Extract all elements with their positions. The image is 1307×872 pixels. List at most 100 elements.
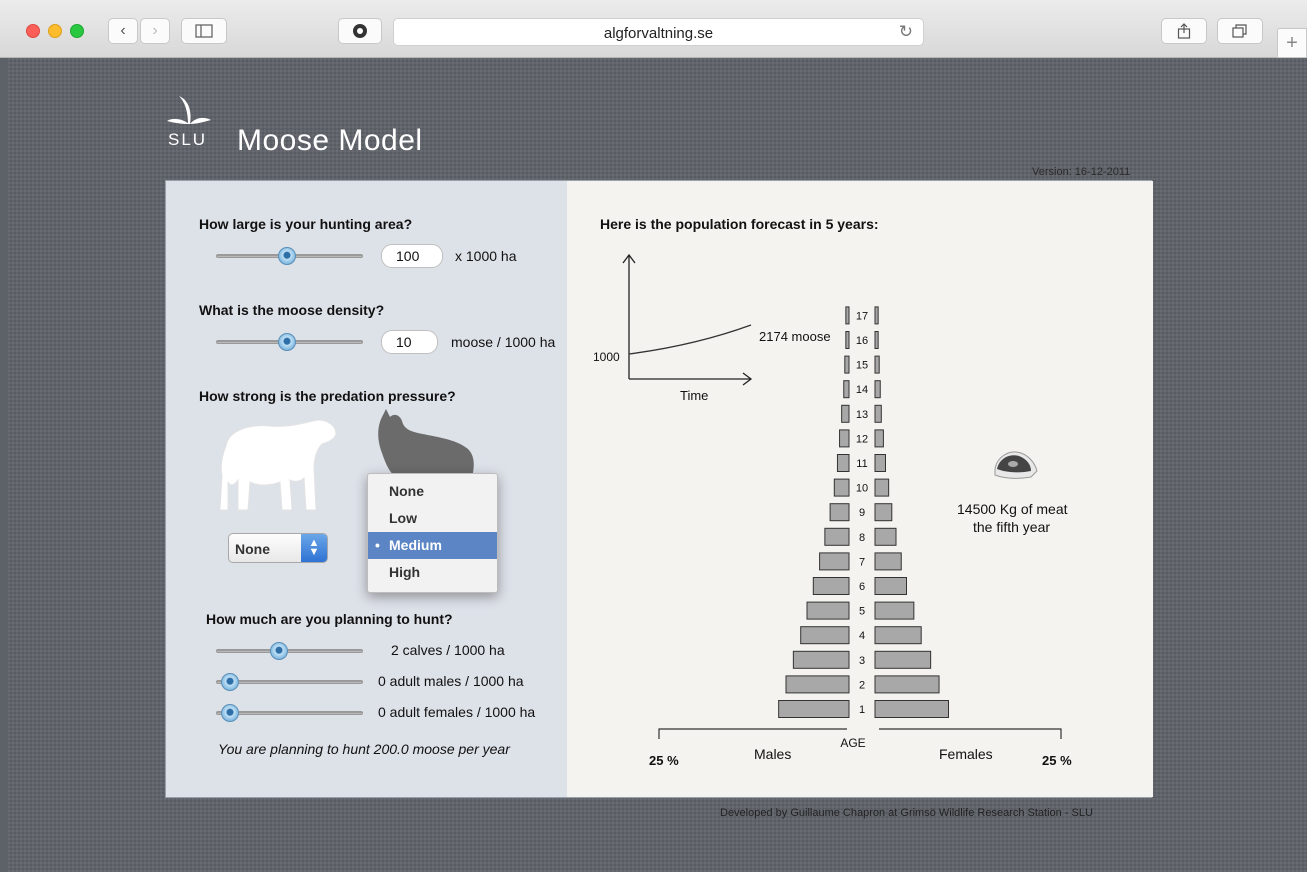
males-label: 0 adult males / 1000 ha [378,673,524,689]
age-label-1: 1 [859,704,865,716]
version-label: Version: 16-12-2011 [1032,166,1131,178]
bear-predation-select[interactable]: None ▲ ▼ [228,533,328,563]
dropdown-option-medium[interactable]: • Medium [368,532,497,559]
female-bar-age-17 [874,306,879,325]
browser-toolbar: ‹ › algforvaltning.se ↻ + [0,0,1307,58]
female-bar-age-14 [874,380,881,399]
females-label: Females [939,746,993,762]
age-label-4: 4 [859,630,865,642]
male-bar-age-9 [829,503,850,522]
male-bar-age-5 [806,601,850,620]
fullscreen-window-button[interactable] [70,24,84,38]
share-button[interactable] [1161,18,1207,44]
wolf-silhouette-icon [378,409,474,477]
age-label-7: 7 [859,556,865,568]
area-slider-knob[interactable] [278,247,296,265]
shield-icon [353,24,367,38]
tabs-button[interactable] [1217,18,1263,44]
female-bar-age-9 [874,503,893,522]
page-title: Moose Model [237,124,423,157]
back-button[interactable]: ‹ [108,18,138,44]
males-label: Males [754,746,791,762]
input-panel: How large is your hunting area? 100 x 10… [166,181,567,797]
male-bar-age-13 [841,404,850,423]
females-slider-knob[interactable] [221,704,239,722]
population-pyramid-chart: 1234567891011121314151617AGEMales Females… [649,306,1072,768]
area-input[interactable]: 100 [381,244,443,268]
wolf-predation-dropdown[interactable]: None Low • Medium High [367,473,498,593]
age-label-11: 11 [856,458,867,470]
females-slider[interactable] [216,704,363,722]
bear-predation-value: None [235,541,270,557]
female-bar-age-13 [874,404,882,423]
selected-bullet-icon: • [375,537,380,553]
male-bar-age-3 [792,650,850,669]
age-label-14: 14 [856,384,868,396]
calves-slider[interactable] [216,642,363,660]
female-bar-age-7 [874,552,902,571]
density-slider[interactable] [216,333,363,351]
male-bar-age-6 [812,577,850,595]
model-panel: How large is your hunting area? 100 x 10… [165,180,1153,798]
male-bar-age-17 [845,306,850,325]
dropdown-option-high[interactable]: High [368,559,497,586]
area-unit: x 1000 ha [455,248,517,264]
male-bar-age-15 [844,355,850,374]
predation-question: How strong is the predation pressure? [199,388,456,404]
males-slider-knob[interactable] [221,673,239,691]
age-label-3: 3 [859,655,865,667]
age-label-2: 2 [859,679,865,691]
new-tab-button[interactable]: + [1277,28,1307,58]
females-scale-label: 25 % [1042,753,1072,768]
close-window-button[interactable] [26,24,40,38]
density-slider-knob[interactable] [278,333,296,351]
address-bar[interactable]: algforvaltning.se ↻ [393,18,924,46]
male-bar-age-4 [800,626,850,645]
density-input[interactable]: 10 [381,330,438,354]
forecast-panel: Here is the population forecast in 5 yea… [567,181,1153,797]
logo-slu-text: SLU [168,130,208,149]
calves-slider-knob[interactable] [270,642,288,660]
dropdown-option-medium-label: Medium [389,537,442,553]
male-bar-age-11 [836,454,850,472]
male-bar-age-2 [785,675,850,694]
bear-silhouette-icon [219,419,337,511]
hunting-question: How much are you planning to hunt? [206,611,453,627]
age-label-15: 15 [856,360,868,372]
age-label-16: 16 [856,335,868,347]
area-question: How large is your hunting area? [199,216,413,232]
female-bar-age-15 [874,355,880,374]
meat-line-2: the fifth year [973,519,1051,535]
minimize-window-button[interactable] [48,24,62,38]
females-axis-bracket [879,728,1062,739]
age-label-17: 17 [856,310,868,322]
sidebar-button[interactable] [181,18,227,44]
url-text: algforvaltning.se [603,25,714,42]
female-bar-age-4 [874,626,922,645]
reload-icon[interactable]: ↻ [899,22,913,42]
males-scale-label: 25 % [649,753,679,768]
males-slider[interactable] [216,673,363,691]
privacy-extension-button[interactable] [338,18,382,44]
male-bar-age-14 [843,380,850,399]
age-label-6: 6 [859,581,865,593]
female-bar-age-2 [874,675,940,694]
density-question: What is the moose density? [199,302,385,318]
female-bar-age-16 [874,331,879,349]
forward-button[interactable]: › [140,18,170,44]
age-axis-label: AGE [840,736,865,750]
hunt-summary: You are planning to hunt 200.0 moose per… [218,741,510,757]
meat-line-1: 14500 Kg of meat [957,501,1068,517]
female-bar-age-1 [874,700,949,718]
age-label-9: 9 [859,507,865,519]
female-bar-age-6 [874,577,907,595]
calves-label: 2 calves / 1000 ha [391,642,505,658]
area-slider[interactable] [216,247,363,265]
share-icon [1177,23,1191,39]
females-label: 0 adult females / 1000 ha [378,704,536,720]
age-label-10: 10 [856,483,868,495]
age-label-8: 8 [859,532,865,544]
dropdown-option-low[interactable]: Low [368,505,497,532]
dropdown-option-none[interactable]: None [368,478,497,505]
female-bar-age-8 [874,527,897,546]
